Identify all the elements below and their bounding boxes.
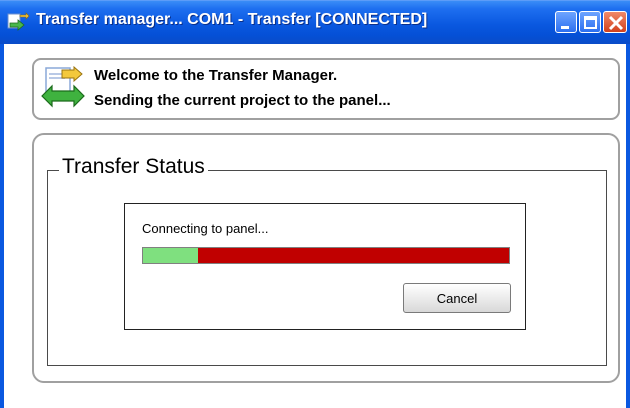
maximize-icon	[584, 16, 597, 29]
title-bar[interactable]: Transfer manager... COM1 - Transfer [CON…	[0, 0, 630, 44]
transfer-app-icon	[7, 12, 30, 31]
transfer-manager-window: Transfer manager... COM1 - Transfer [CON…	[0, 0, 630, 408]
window-border-right	[626, 44, 630, 408]
minimize-button[interactable]	[555, 11, 577, 33]
welcome-message: Welcome to the Transfer Manager.	[94, 67, 338, 84]
sending-message: Sending the current project to the panel…	[94, 92, 391, 109]
progress-bar	[142, 247, 510, 264]
status-message: Connecting to panel...	[142, 221, 269, 236]
window-border-left	[0, 44, 4, 408]
close-icon	[608, 15, 624, 31]
transfer-arrows-icon	[41, 66, 85, 108]
transfer-status-title: Transfer Status	[59, 155, 208, 179]
close-button[interactable]	[603, 11, 627, 33]
cancel-button[interactable]: Cancel	[403, 283, 511, 313]
maximize-button[interactable]	[579, 11, 601, 33]
progress-bar-fill	[143, 248, 198, 263]
window-title: Transfer manager... COM1 - Transfer [CON…	[36, 11, 428, 28]
minimize-icon	[561, 26, 569, 29]
